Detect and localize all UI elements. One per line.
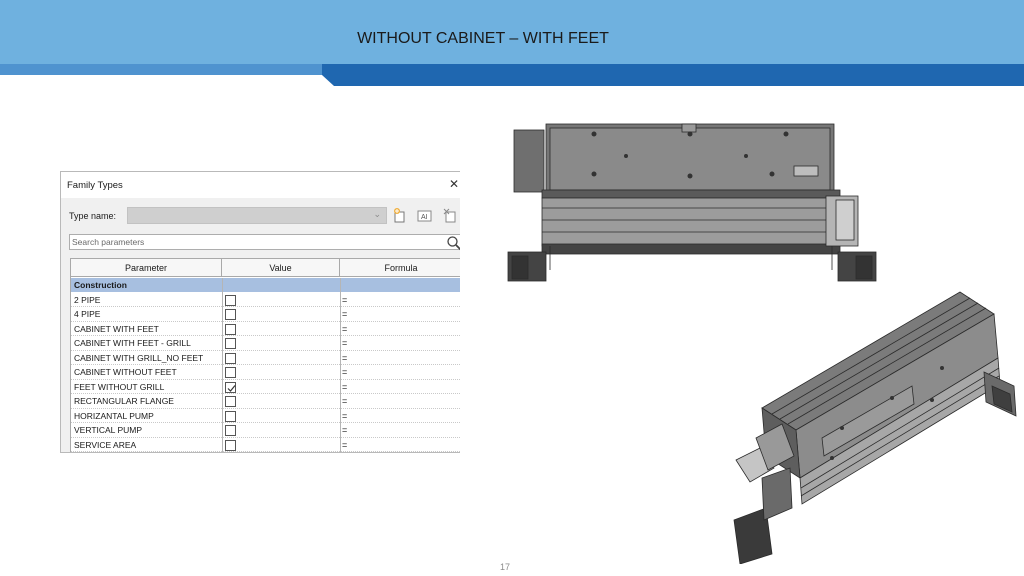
parameter-row[interactable]: 4 PIPE = <box>71 307 460 322</box>
formula-cell[interactable]: = <box>342 324 347 334</box>
value-checkbox[interactable] <box>225 338 236 349</box>
parameter-name: FEET WITHOUT GRILL <box>74 381 165 392</box>
close-icon[interactable]: ✕ <box>449 177 459 191</box>
parameters-grid: Parameter Value Formula Construction 2 P… <box>70 258 460 452</box>
svg-text:AI: AI <box>421 214 428 221</box>
group-row-construction[interactable]: Construction <box>71 278 460 292</box>
rename-type-icon[interactable]: AI <box>417 207 433 224</box>
delete-type-icon[interactable] <box>442 207 458 224</box>
unit-isometric-view-drawing <box>733 291 1017 564</box>
slide-title: WITHOUT CABINET – WITH FEET <box>357 30 609 47</box>
parameter-row[interactable]: SERVICE AREA = <box>71 438 460 452</box>
chevron-down-icon: ⌄ <box>373 209 381 219</box>
formula-cell[interactable]: = <box>342 309 347 319</box>
value-checkbox[interactable] <box>225 294 236 306</box>
formula-cell[interactable]: = <box>342 396 347 406</box>
parameter-row[interactable]: RECTANGULAR FLANGE = <box>71 394 460 409</box>
value-checkbox[interactable] <box>225 381 236 393</box>
family-types-dialog: Family Types ✕ Type name: ⌄ AI Search pa… <box>60 171 460 453</box>
dialog-title: Family Types <box>67 180 123 191</box>
parameter-name: CABINET WITHOUT FEET <box>74 367 177 377</box>
parameter-row[interactable]: VERTICAL PUMP = <box>71 423 460 438</box>
dialog-titlebar: Family Types ✕ <box>61 172 460 198</box>
parameter-row[interactable]: FEET WITHOUT GRILL = <box>71 380 460 394</box>
value-checkbox[interactable] <box>225 352 236 364</box>
parameter-row[interactable]: HORIZANTAL PUMP = <box>71 409 460 423</box>
parameter-row[interactable]: 2 PIPE = <box>71 293 460 307</box>
parameter-name: 4 PIPE <box>74 309 101 319</box>
value-checkbox[interactable] <box>225 410 236 422</box>
parameter-row[interactable]: CABINET WITH FEET - GRILL = <box>71 336 460 351</box>
group-label: Construction <box>74 280 127 290</box>
checkmark-icon <box>227 384 236 392</box>
value-checkbox[interactable] <box>225 425 236 436</box>
parameter-name: CABINET WITH FEET <box>74 323 159 334</box>
formula-cell[interactable]: = <box>342 425 347 435</box>
column-divider <box>222 278 223 452</box>
formula-cell[interactable]: = <box>342 338 347 348</box>
search-parameters-box <box>69 234 460 251</box>
slide-header: WITHOUT CABINET – WITH FEET <box>0 0 1024 86</box>
parameter-name: CABINET WITH FEET - GRILL <box>74 338 191 348</box>
new-type-icon[interactable] <box>392 207 408 224</box>
value-checkbox[interactable] <box>225 439 236 451</box>
formula-cell[interactable]: = <box>342 295 347 305</box>
value-checkbox[interactable] <box>225 323 236 335</box>
parameter-row[interactable]: CABINET WITH FEET = <box>71 322 460 336</box>
column-header-parameter[interactable]: Parameter <box>71 259 222 277</box>
formula-cell[interactable]: = <box>342 367 347 377</box>
column-header-formula[interactable]: Formula <box>340 259 460 277</box>
type-name-label: Type name: <box>69 211 117 221</box>
unit-front-view-drawing <box>507 123 877 282</box>
type-name-select[interactable]: ⌄ <box>127 207 387 224</box>
parameter-row[interactable]: CABINET WITHOUT FEET = <box>71 365 460 380</box>
parameter-name: SERVICE AREA <box>74 439 137 450</box>
value-checkbox[interactable] <box>225 396 236 407</box>
column-divider <box>340 278 341 452</box>
formula-cell[interactable]: = <box>342 382 347 392</box>
grid-header: Parameter Value Formula <box>71 259 460 277</box>
column-header-value[interactable]: Value <box>222 259 340 277</box>
parameter-name: CABINET WITH GRILL_NO FEET <box>74 352 204 363</box>
slide-number: 17 <box>499 562 510 572</box>
search-input[interactable] <box>72 235 432 249</box>
parameter-name: HORIZANTAL PUMP <box>74 410 154 421</box>
formula-cell[interactable]: = <box>342 440 347 450</box>
parameter-name: RECTANGULAR FLANGE <box>74 396 174 406</box>
formula-cell[interactable]: = <box>342 411 347 421</box>
search-icon[interactable] <box>446 235 460 251</box>
value-checkbox[interactable] <box>225 367 236 378</box>
value-checkbox[interactable] <box>225 309 236 320</box>
formula-cell[interactable]: = <box>342 353 347 363</box>
parameter-row[interactable]: CABINET WITH GRILL_NO FEET = <box>71 351 460 365</box>
parameter-name: VERTICAL PUMP <box>74 425 143 435</box>
parameter-name: 2 PIPE <box>74 294 101 305</box>
